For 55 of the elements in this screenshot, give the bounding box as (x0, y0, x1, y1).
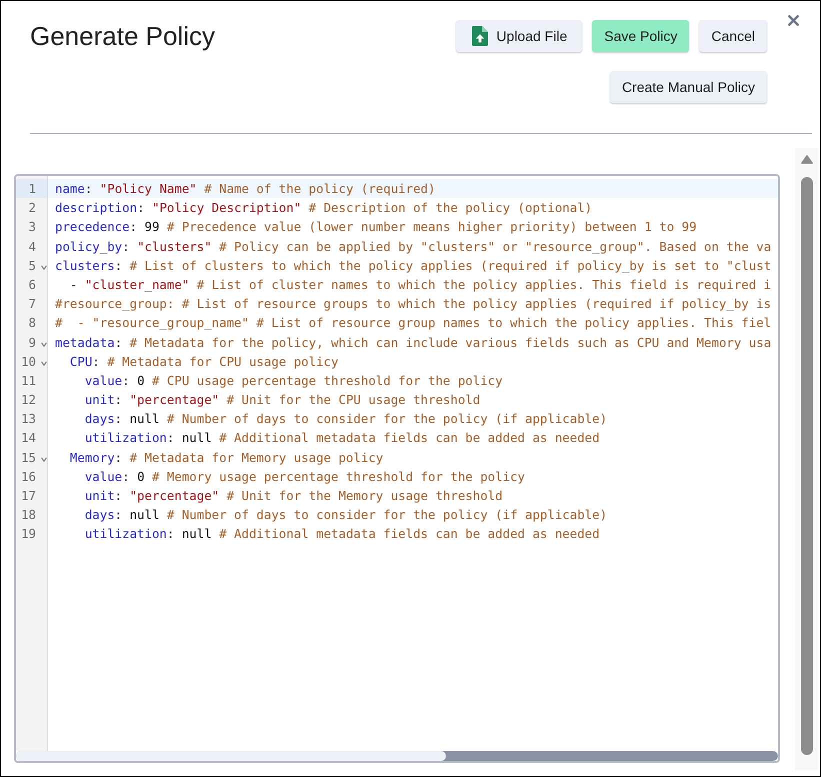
code-line: value: 0 # CPU usage percentage threshold for the policy (84, 372, 503, 390)
cancel-button[interactable]: Cancel (699, 20, 767, 52)
file-upload-icon (472, 26, 488, 46)
code-line: Memory: # Metadata for Memory usage policy (70, 448, 384, 467)
code-line: - "cluster_name" # List of cluster names to which the policy applies. This field is required i (70, 276, 772, 294)
code-line: value: 0 # Memory usage percentage threshold for the policy (84, 468, 525, 486)
line-number: 12 (20, 391, 36, 410)
dialog-title: Generate Policy (30, 20, 215, 52)
up-arrow-icon[interactable] (800, 155, 812, 164)
close-icon[interactable] (788, 15, 799, 26)
scrollbar-thumb[interactable] (16, 751, 446, 761)
chevron-down-icon[interactable] (41, 360, 47, 366)
code-editor[interactable] (14, 174, 780, 763)
line-number: 15 (20, 448, 36, 467)
code-line: days: null # Number of days to consider for the policy (if applicable) (84, 410, 608, 428)
line-number: 8 (28, 314, 36, 332)
code-line: name: "Policy Name" # Name of the policy (required) (55, 180, 436, 198)
code-line: utilization: null # Additional metadata fields can be added as needed (84, 525, 600, 544)
scrollbar-thumb[interactable] (800, 177, 812, 755)
line-number: 5 (28, 256, 36, 275)
line-number: 11 (20, 372, 36, 390)
line-number: 10 (20, 352, 36, 371)
create-manual-policy-button[interactable]: Create Manual Policy (610, 71, 767, 103)
chevron-down-icon[interactable] (41, 456, 47, 462)
code-line: CPU: # Metadata for CPU usage policy (70, 352, 338, 371)
line-number: 9 (28, 334, 36, 352)
line-number: 3 (28, 218, 36, 236)
code-line: metadata: # Metadata for the policy, which can include various fields such as CPU and Memory usa (55, 334, 772, 352)
line-number: 4 (28, 238, 36, 256)
code-line: description: "Policy Description" # Description of the policy (optional) (55, 199, 592, 218)
line-number: 1 (28, 180, 36, 198)
line-number: 6 (28, 276, 36, 294)
code-line: #resource_group: # List of resource groups to which the policy applies (required if policy_by is (55, 295, 772, 314)
upload-file-button[interactable]: Upload File (456, 20, 582, 52)
code-line: # - "resource_group_name" # List of resource group names to which the policy applies. This fiel (55, 314, 772, 332)
line-number: 13 (20, 410, 36, 428)
line-number: 2 (28, 199, 36, 218)
code-line: policy_by: "clusters" # Policy can be applied by "clusters" or "resource_group". Based on the va (55, 238, 772, 256)
horizontal-scrollbar[interactable] (16, 751, 778, 761)
line-number: 7 (28, 295, 36, 314)
code-line: utilization: null # Additional metadata fields can be added as needed (84, 429, 600, 448)
code-line: unit: "percentage" # Unit for the Memory usage threshold (84, 487, 503, 505)
chevron-down-icon[interactable] (41, 342, 47, 347)
chevron-down-icon[interactable] (41, 264, 47, 270)
code-line: days: null # Number of days to consider for the policy (if applicable) (84, 506, 608, 524)
save-policy-button[interactable]: Save Policy (592, 20, 690, 52)
line-number: 18 (20, 506, 36, 524)
code-line: precedence: 99 # Precedence value (lower number means higher priority) between 1 to 99 (55, 218, 697, 236)
line-number: 17 (20, 487, 36, 505)
line-number: 14 (20, 429, 36, 448)
line-number: 19 (20, 525, 36, 544)
vertical-scrollbar[interactable] (795, 148, 818, 770)
code-line: clusters: # List of clusters to which the policy applies (required if policy_by is set to "clust (55, 256, 772, 275)
line-number: 16 (20, 468, 36, 486)
code-line: unit: "percentage" # Unit for the CPU usage threshold (84, 391, 480, 410)
